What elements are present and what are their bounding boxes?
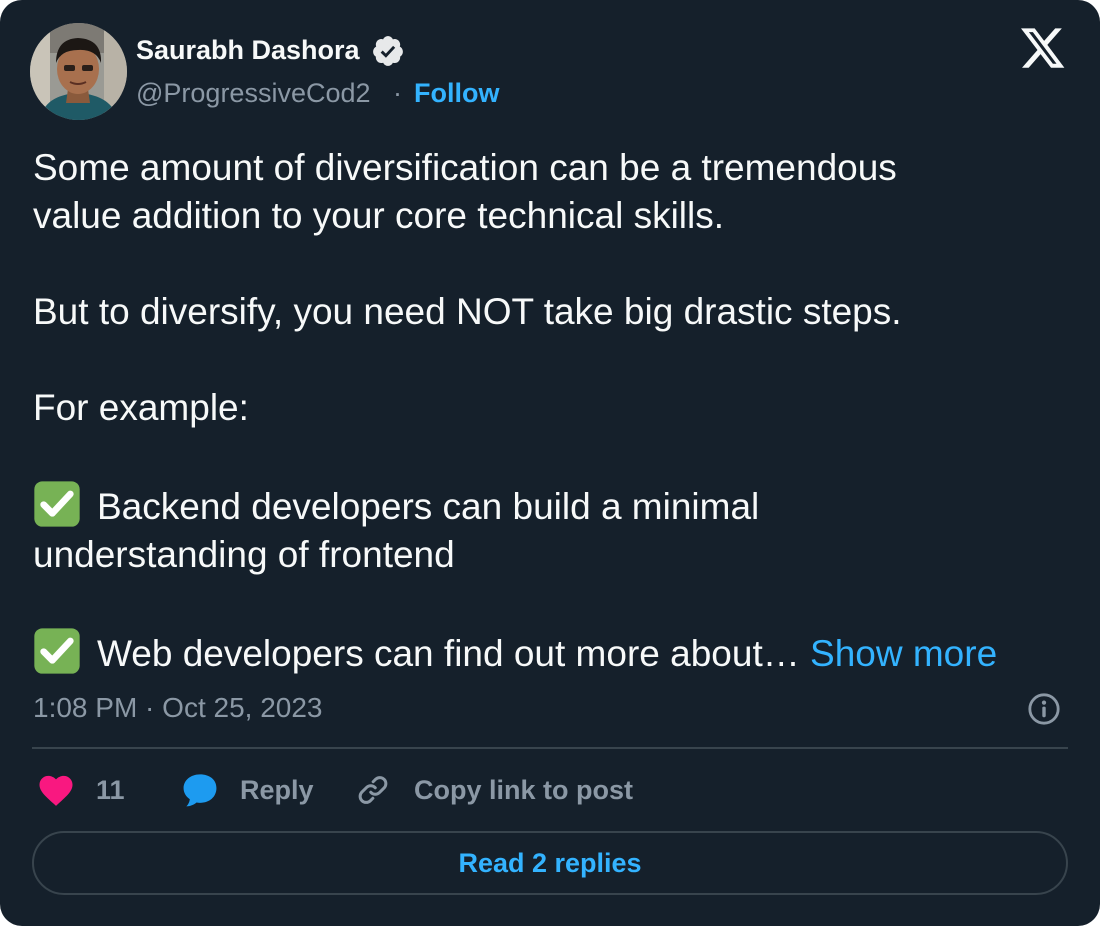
show-more-link[interactable]: Show more xyxy=(810,633,997,674)
heart-icon xyxy=(38,773,74,807)
white-check-mark-icon xyxy=(33,480,81,528)
author-handle[interactable]: @ProgressiveCod2 xyxy=(136,76,371,110)
tweet-paragraph: understanding of frontend xyxy=(33,534,455,575)
read-replies-button[interactable]: Read 2 replies xyxy=(32,831,1068,895)
tweet-paragraph: But to diversify, you need NOT take big … xyxy=(33,291,902,332)
tweet-paragraph: For example: xyxy=(33,387,249,428)
like-count: 11 xyxy=(96,774,125,805)
tweet-text: Some amount of diversification can be a … xyxy=(33,144,1063,678)
tweet-paragraph: value addition to your core technical sk… xyxy=(33,195,725,236)
copy-link-button[interactable]: Copy link to post xyxy=(355,771,633,809)
author-name[interactable]: Saurabh Dashora xyxy=(136,33,360,67)
reply-label: Reply xyxy=(240,774,314,805)
tweet-list-item: Backend developers can build a minimal xyxy=(33,480,1063,531)
divider xyxy=(32,747,1068,749)
x-logo-icon[interactable] xyxy=(1021,28,1066,70)
separator-dot: · xyxy=(393,78,402,108)
reply-button[interactable]: Reply xyxy=(181,771,314,809)
tweet-list-item-text: Web developers can find out more about… xyxy=(97,633,800,674)
copy-link-label: Copy link to post xyxy=(414,774,633,805)
follow-button[interactable]: Follow xyxy=(414,76,499,110)
like-button[interactable]: 11 xyxy=(38,771,125,809)
speech-bubble-icon xyxy=(181,772,219,808)
verified-badge-icon xyxy=(371,34,405,68)
avatar[interactable] xyxy=(30,23,127,120)
white-check-mark-icon xyxy=(33,627,81,675)
link-icon xyxy=(355,772,391,808)
info-icon[interactable] xyxy=(1027,692,1061,726)
tweet-paragraph: Some amount of diversification can be a … xyxy=(33,147,897,188)
tweet-timestamp[interactable]: 1:08 PM · Oct 25, 2023 xyxy=(33,690,323,726)
tweet-list-item: Web developers can find out more about… … xyxy=(33,627,1063,678)
tweet-list-item-text: Backend developers can build a minimal xyxy=(97,486,760,527)
tweet-embed-card: Saurabh Dashora @ProgressiveCod2 · Follo… xyxy=(0,0,1100,926)
